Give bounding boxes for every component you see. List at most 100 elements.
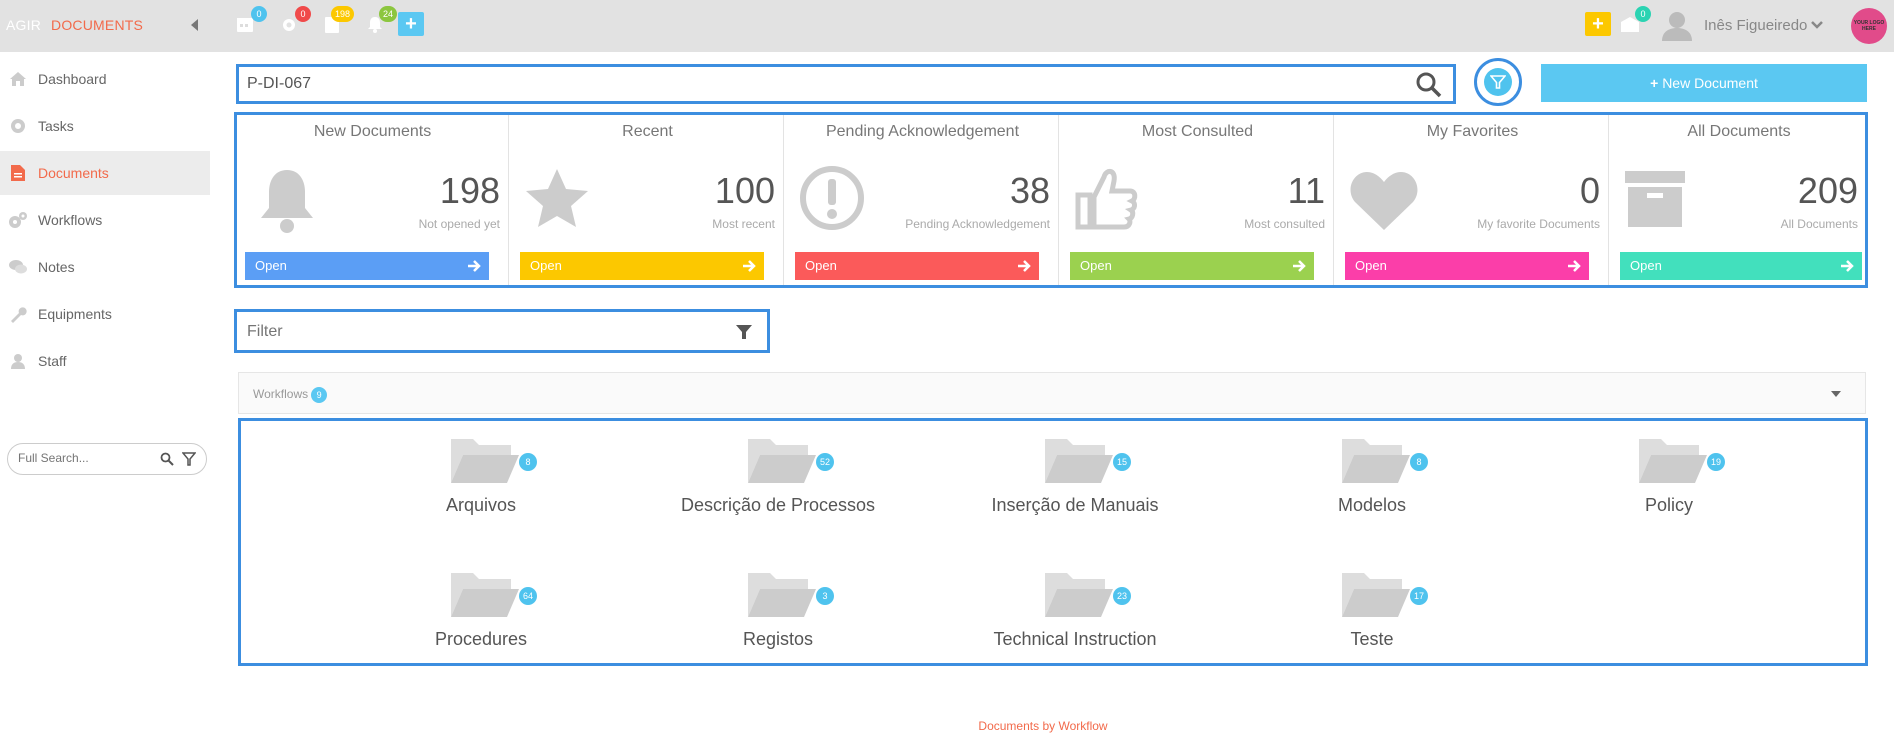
gear-icon — [11, 119, 25, 133]
footer-text: Documents by Workflow — [978, 719, 1108, 733]
full-search-input[interactable] — [18, 451, 148, 465]
thumbs-up-icon — [1075, 169, 1138, 230]
exclamation-circle-icon — [800, 166, 864, 230]
folder-icon — [1342, 573, 1410, 617]
notifications-badge: 24 — [378, 6, 397, 22]
document-icon — [11, 165, 25, 181]
sidebar-item-notes[interactable]: Notes — [0, 245, 210, 289]
brand-part2: DOCUMENTS — [51, 17, 144, 33]
folder-count-badge: 17 — [1410, 587, 1429, 605]
folder-count-badge: 3 — [816, 587, 834, 605]
card-title: New Documents — [313, 123, 432, 140]
document-search-box — [236, 64, 1456, 104]
sidebar-collapse-icon[interactable] — [191, 19, 198, 31]
card-title: All Documents — [1687, 123, 1791, 140]
sidebar-item-label: Tasks — [38, 118, 74, 134]
user-icon — [11, 354, 25, 369]
card-subtitle: My favorite Documents — [1477, 217, 1600, 231]
filter-icon[interactable] — [182, 452, 196, 466]
card-subtitle: Most consulted — [1244, 217, 1325, 231]
card-new-documents: New Documents 198 Not opened yet Open — [237, 115, 509, 285]
folder-label: Teste — [1350, 629, 1394, 649]
quick-add-button[interactable]: + — [398, 12, 424, 36]
folder-item-procedures[interactable]: 64 Procedures — [333, 555, 629, 665]
folder-item-descricao-de-processos[interactable]: 52 Descrição de Processos — [630, 421, 926, 531]
card-title: Recent — [622, 123, 673, 140]
workflows-panel-header[interactable]: Workflows 9 — [238, 372, 1866, 414]
card-value: 198 — [439, 170, 500, 211]
sidebar-item-equipments[interactable]: Equipments — [0, 292, 210, 336]
open-button[interactable]: Open — [1345, 252, 1589, 280]
folder-item-modelos[interactable]: 8 Modelos — [1224, 421, 1520, 531]
document-summary-cards: New Documents 198 Not opened yet Open Re… — [234, 112, 1868, 288]
folder-label: Modelos — [1337, 495, 1407, 515]
add-button-yellow[interactable]: + — [1585, 12, 1611, 36]
calendar-badge: 0 — [251, 6, 267, 22]
messages-button[interactable]: 0 — [1619, 6, 1651, 38]
open-button[interactable]: Open — [1070, 252, 1314, 280]
tasks-button[interactable]: 198 — [322, 6, 354, 38]
filter-icon[interactable] — [735, 323, 753, 341]
sidebar-item-dashboard[interactable]: Dashboard — [0, 57, 210, 101]
sidebar-item-label: Notes — [38, 259, 75, 275]
folder-item-arquivos[interactable]: 8 Arquivos — [333, 421, 629, 531]
settings-badge: 0 — [295, 6, 311, 22]
workflow-filter-input[interactable] — [247, 323, 697, 341]
folder-count-badge: 19 — [1707, 453, 1726, 471]
folder-icon — [748, 439, 816, 483]
search-icon[interactable] — [160, 452, 174, 466]
sidebar-item-tasks[interactable]: Tasks — [0, 104, 210, 148]
folder-label: Registos — [742, 629, 814, 649]
caret-down-icon[interactable] — [1831, 391, 1841, 397]
arrow-right-icon — [1293, 260, 1306, 272]
calendar-button[interactable]: 0 — [235, 6, 267, 38]
card-value: 38 — [1009, 170, 1050, 211]
card-subtitle: Not opened yet — [418, 217, 500, 231]
new-document-button[interactable]: + New Document — [1541, 64, 1867, 102]
open-button[interactable]: Open — [520, 252, 764, 280]
chevron-down-icon[interactable] — [1810, 18, 1824, 32]
notifications-button[interactable]: 24 — [365, 6, 397, 38]
star-icon — [526, 169, 588, 227]
plus-icon: + — [405, 13, 417, 35]
sidebar-item-workflows[interactable]: Workflows — [0, 198, 210, 242]
folder-label: Technical Instruction — [993, 629, 1157, 649]
folder-count-badge: 23 — [1113, 587, 1132, 605]
folder-item-technical-instruction[interactable]: 23 Technical Instruction — [927, 555, 1223, 665]
sidebar-item-label: Dashboard — [38, 71, 107, 87]
workflow-folders-grid: 8 Arquivos 52 Descrição de Processos 15 … — [238, 418, 1868, 666]
folder-label: Arquivos — [445, 495, 517, 515]
full-search-box — [7, 443, 207, 475]
card-subtitle: Most recent — [712, 217, 775, 231]
card-value: 11 — [1287, 170, 1325, 211]
folder-icon — [748, 573, 816, 617]
card-all-documents: All Documents 209 All Documents Open — [1612, 115, 1866, 285]
plus-icon: + — [1592, 13, 1604, 35]
folder-item-insercao-de-manuais[interactable]: 15 Inserção de Manuais — [927, 421, 1223, 531]
new-document-label: New Document — [1662, 75, 1758, 91]
sidebar-item-staff[interactable]: Staff — [0, 339, 210, 383]
open-button[interactable]: Open — [795, 252, 1039, 280]
settings-button[interactable]: 0 — [279, 6, 311, 38]
heart-icon — [1350, 172, 1418, 230]
open-button[interactable]: Open — [1620, 252, 1862, 280]
folder-item-policy[interactable]: 19 Policy — [1521, 421, 1817, 531]
brand-logo[interactable]: AGIR DOCUMENTS — [6, 17, 143, 33]
folder-icon — [1639, 439, 1707, 483]
advanced-filter-button[interactable] — [1474, 58, 1522, 106]
folder-item-registos[interactable]: 3 Registos — [630, 555, 926, 665]
arrow-right-icon — [1841, 260, 1854, 272]
document-search-input[interactable] — [247, 75, 1347, 93]
user-name[interactable]: Inês Figueiredo — [1704, 17, 1807, 34]
user-avatar-icon[interactable] — [1660, 9, 1694, 43]
messages-badge: 0 — [1635, 6, 1651, 22]
bell-icon — [261, 170, 313, 233]
sidebar-item-documents[interactable]: Documents — [0, 151, 210, 195]
open-button[interactable]: Open — [245, 252, 489, 280]
sidebar-item-label: Workflows — [38, 212, 103, 228]
workflow-filter-box — [234, 309, 770, 353]
folder-label: Inserção de Manuais — [991, 495, 1159, 515]
folder-item-teste[interactable]: 17 Teste — [1224, 555, 1520, 665]
search-icon[interactable] — [1415, 71, 1443, 99]
folder-count-badge: 8 — [1410, 453, 1428, 471]
